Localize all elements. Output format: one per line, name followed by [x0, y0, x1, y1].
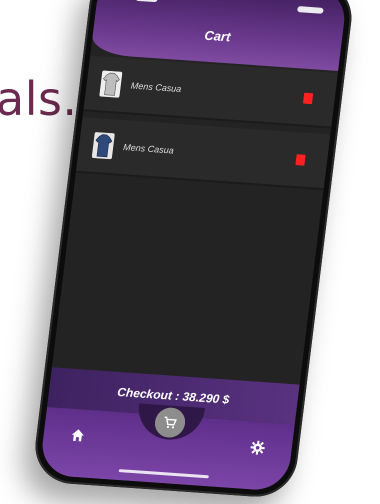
- phone-mockup: Cart Mens Casua Mens Casua Checkout: 38…: [0, 0, 380, 504]
- cart-item[interactable]: Mens Casua: [75, 117, 331, 191]
- shirt-dark-icon: [91, 132, 115, 160]
- cart-item-name: Mens Casua: [122, 142, 175, 156]
- home-indicator: [118, 469, 209, 479]
- status-bar-time: [135, 0, 158, 3]
- page-title: Cart: [203, 27, 232, 45]
- cart-item-name: Mens Casua: [130, 80, 182, 95]
- status-bar-indicators: [297, 6, 324, 14]
- app-screen: Cart Mens Casua Mens Casua Checkout: 38…: [38, 0, 349, 492]
- shirt-light-icon: [99, 70, 123, 98]
- cart-list: Mens Casua Mens Casua: [75, 55, 338, 196]
- gear-icon[interactable]: [249, 439, 267, 456]
- home-icon[interactable]: [69, 427, 87, 444]
- delete-icon[interactable]: [302, 92, 314, 105]
- phone-frame: Cart Mens Casua Mens Casua Checkout: 38…: [30, 0, 356, 500]
- delete-icon[interactable]: [295, 154, 306, 166]
